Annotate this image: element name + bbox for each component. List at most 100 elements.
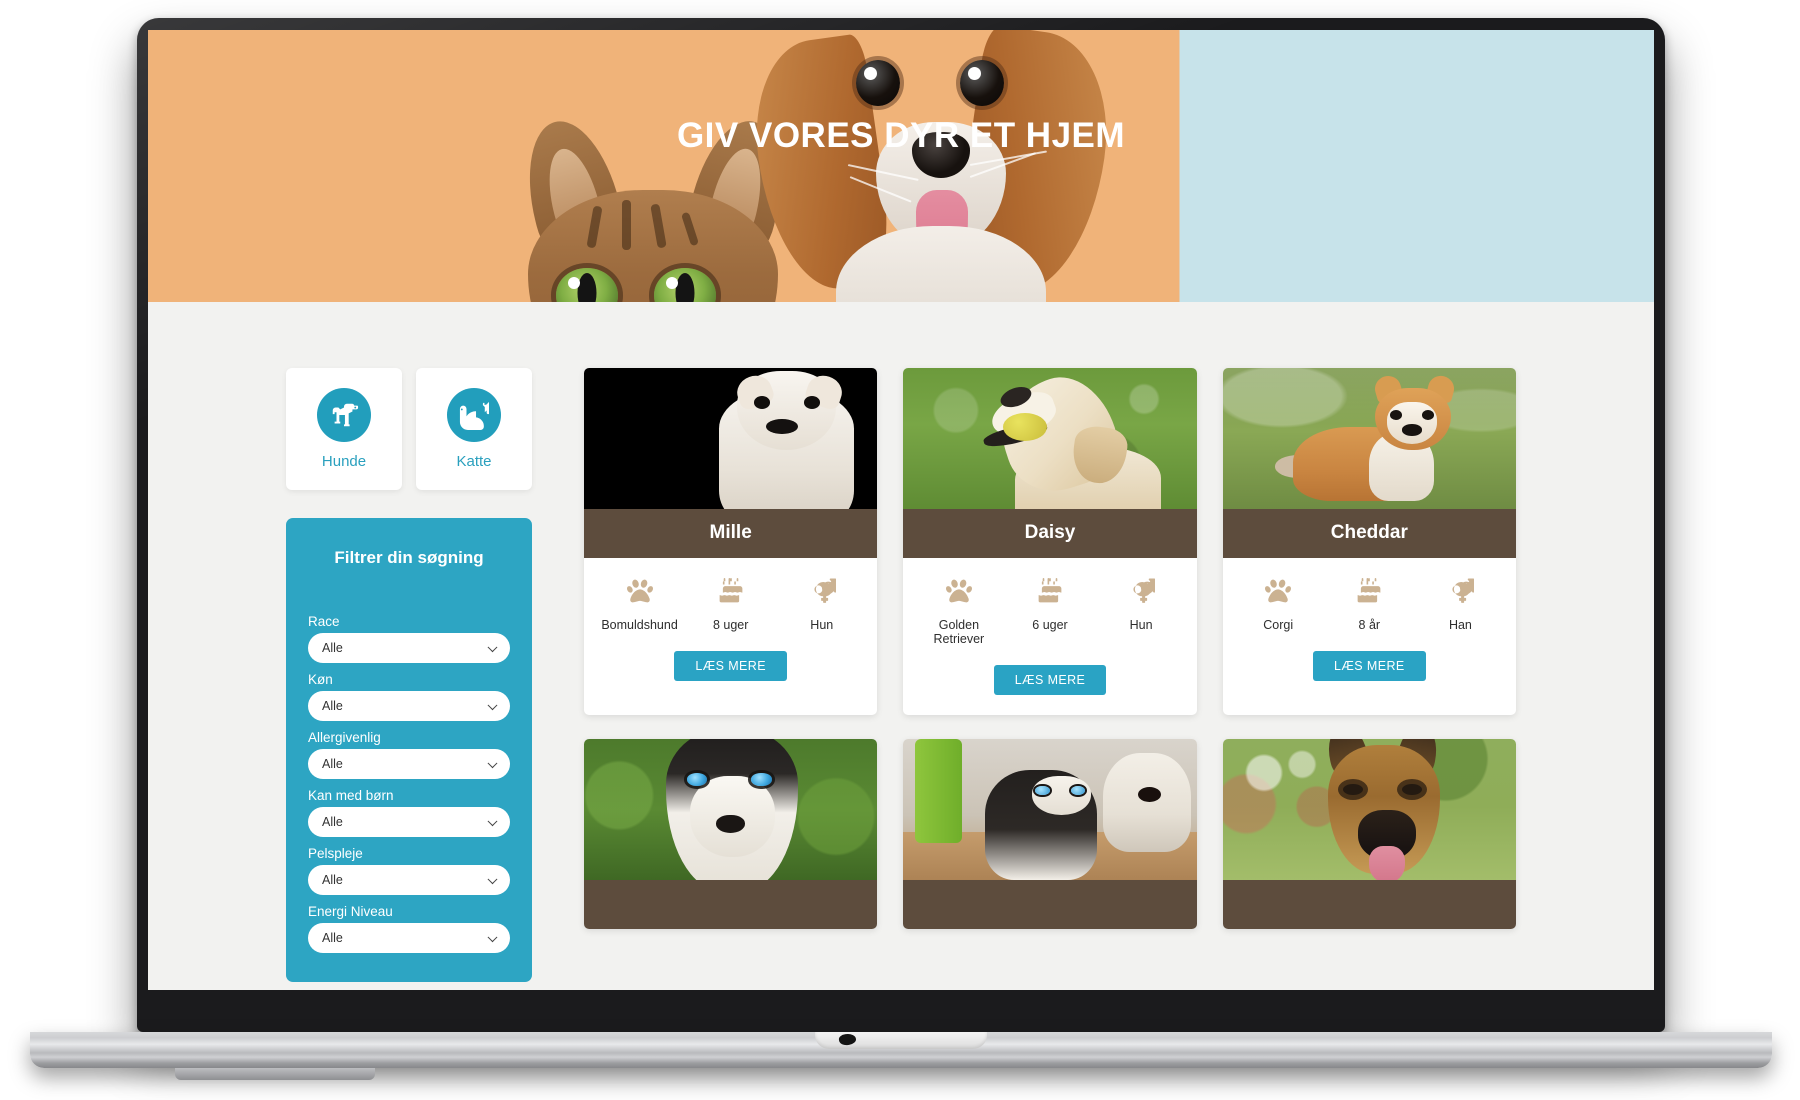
filter-group-energi-niveau: Energi Niveau Alle bbox=[308, 904, 510, 953]
pet-age: 8 år bbox=[1358, 618, 1381, 632]
laptop-screen-bezel: GIV VORES DYR ET HJEM Hunde Katte Filtre… bbox=[137, 18, 1665, 1032]
pet-age: 8 uger bbox=[712, 618, 749, 632]
filter-value-kan-med-boern: Alle bbox=[322, 815, 343, 829]
pet-card[interactable] bbox=[1222, 739, 1516, 929]
filter-label-energi-niveau: Energi Niveau bbox=[308, 904, 393, 919]
chevron-down-icon bbox=[487, 816, 498, 827]
pet-card[interactable] bbox=[903, 739, 1197, 929]
pet-name: Cheddar bbox=[1222, 509, 1516, 558]
pet-cards-grid: Mille Bomuldshund 8 uger Hun LÆS MERE Da… bbox=[584, 368, 1516, 929]
filter-group-race: Race Alle bbox=[308, 614, 510, 663]
filter-value-allergivenlig: Alle bbox=[322, 757, 343, 771]
filter-group-allergivenlig: Allergivenlig Alle bbox=[308, 730, 510, 779]
read-more-button[interactable]: LÆS MERE bbox=[674, 651, 787, 681]
chevron-down-icon bbox=[487, 700, 498, 711]
chevron-down-icon bbox=[487, 932, 498, 943]
pet-name bbox=[903, 880, 1197, 929]
pet-photo-husky bbox=[584, 739, 878, 880]
laptop-foot-left bbox=[175, 1068, 375, 1080]
filter-select-koen[interactable]: Alle bbox=[308, 691, 510, 721]
filter-value-pelspleje: Alle bbox=[322, 873, 343, 887]
chevron-down-icon bbox=[487, 758, 498, 769]
pet-card[interactable]: Cheddar Corgi 8 år Han LÆS MERE bbox=[1222, 368, 1516, 715]
chevron-down-icon bbox=[487, 642, 498, 653]
hero-dog-photo bbox=[708, 30, 1148, 302]
gender-venus-mars-icon bbox=[776, 576, 867, 606]
read-more-button[interactable]: LÆS MERE bbox=[1313, 651, 1426, 681]
filter-group-kan-med-boern: Kan med børn Alle bbox=[308, 788, 510, 837]
birthday-cake-icon bbox=[685, 576, 776, 606]
pet-card[interactable]: Daisy Golden Retriever 6 uger Hun LÆS ME… bbox=[903, 368, 1197, 715]
pet-attr-breed: Golden Retriever bbox=[913, 576, 1004, 646]
filter-select-energi-niveau[interactable]: Alle bbox=[308, 923, 510, 953]
pet-attr-sex: Hun bbox=[1096, 576, 1187, 632]
filter-label-kan-med-boern: Kan med børn bbox=[308, 788, 394, 803]
pet-photo-mille bbox=[584, 368, 878, 509]
filter-group-koen: Køn Alle bbox=[308, 672, 510, 721]
pet-photo-husky-puppies bbox=[903, 739, 1197, 880]
pet-sex: Han bbox=[1448, 618, 1472, 632]
pet-attr-breed: Corgi bbox=[1233, 576, 1324, 632]
gender-venus-mars-icon bbox=[1096, 576, 1187, 606]
pet-card[interactable]: Mille Bomuldshund 8 uger Hun LÆS MERE bbox=[584, 368, 878, 715]
paw-icon bbox=[913, 576, 1004, 606]
dog-icon bbox=[317, 388, 371, 442]
birthday-cake-icon bbox=[1324, 576, 1415, 606]
type-card-katte-label: Katte bbox=[456, 453, 492, 470]
pet-breed: Bomuldshund bbox=[601, 618, 678, 632]
read-more-button[interactable]: LÆS MERE bbox=[993, 665, 1107, 695]
filter-value-koen: Alle bbox=[322, 699, 343, 713]
gender-venus-mars-icon bbox=[1415, 576, 1506, 606]
type-card-katte[interactable]: Katte bbox=[416, 368, 532, 490]
filter-label-race: Race bbox=[308, 614, 340, 629]
pet-sex: Hun bbox=[810, 618, 834, 632]
pet-attr-age: 8 uger bbox=[685, 576, 776, 632]
cat-icon bbox=[447, 388, 501, 442]
laptop-trackpad-notch bbox=[815, 1032, 987, 1049]
pet-attr-breed: Bomuldshund bbox=[594, 576, 685, 632]
paw-icon bbox=[1233, 576, 1324, 606]
hero-title: GIV VORES DYR ET HJEM bbox=[676, 116, 1126, 155]
pet-breed: Corgi bbox=[1263, 618, 1294, 632]
laptop-mockup: GIV VORES DYR ET HJEM Hunde Katte Filtre… bbox=[0, 0, 1800, 1100]
type-card-hunde-label: Hunde bbox=[321, 453, 367, 470]
pet-photo-daisy bbox=[903, 368, 1197, 509]
filter-label-allergivenlig: Allergivenlig bbox=[308, 730, 381, 745]
pet-sex: Hun bbox=[1129, 618, 1153, 632]
pet-breed: Golden Retriever bbox=[933, 618, 985, 646]
pet-attr-sex: Han bbox=[1415, 576, 1506, 632]
pet-name bbox=[1222, 880, 1516, 929]
pet-attr-age: 8 år bbox=[1324, 576, 1415, 632]
filter-value-race: Alle bbox=[322, 641, 343, 655]
filter-value-energi-niveau: Alle bbox=[322, 931, 343, 945]
pet-photo-german-shepherd bbox=[1222, 739, 1516, 880]
notch-dot bbox=[838, 1032, 857, 1047]
filter-select-race[interactable]: Alle bbox=[308, 633, 510, 663]
paw-icon bbox=[594, 576, 685, 606]
animal-type-switch: Hunde Katte bbox=[286, 368, 532, 490]
filter-select-kan-med-boern[interactable]: Alle bbox=[308, 807, 510, 837]
chevron-down-icon bbox=[487, 874, 498, 885]
pet-attr-sex: Hun bbox=[776, 576, 867, 632]
pet-age: 6 uger bbox=[1032, 618, 1068, 632]
pet-photo-cheddar bbox=[1222, 368, 1516, 509]
filter-label-koen: Køn bbox=[308, 672, 333, 687]
sidebar: Hunde Katte Filtrer din søgning Race All… bbox=[286, 368, 532, 982]
main-content: Hunde Katte Filtrer din søgning Race All… bbox=[148, 302, 1654, 990]
filter-group-pelspleje: Pelspleje Alle bbox=[308, 846, 510, 895]
filter-panel: Filtrer din søgning Race Alle Køn Alle A… bbox=[286, 518, 532, 982]
filter-label-pelspleje: Pelspleje bbox=[308, 846, 363, 861]
pet-attr-age: 6 uger bbox=[1004, 576, 1095, 632]
pet-name: Mille bbox=[584, 509, 878, 558]
hero-banner: GIV VORES DYR ET HJEM bbox=[148, 30, 1654, 302]
pet-name: Daisy bbox=[903, 509, 1197, 558]
type-card-hunde[interactable]: Hunde bbox=[286, 368, 402, 490]
pet-card[interactable] bbox=[584, 739, 878, 929]
filter-panel-title: Filtrer din søgning bbox=[334, 548, 484, 567]
birthday-cake-icon bbox=[1004, 576, 1095, 606]
filter-select-allergivenlig[interactable]: Alle bbox=[308, 749, 510, 779]
browser-viewport: GIV VORES DYR ET HJEM Hunde Katte Filtre… bbox=[148, 30, 1654, 990]
laptop-base bbox=[30, 1032, 1772, 1068]
filter-select-pelspleje[interactable]: Alle bbox=[308, 865, 510, 895]
pet-name bbox=[584, 880, 878, 929]
